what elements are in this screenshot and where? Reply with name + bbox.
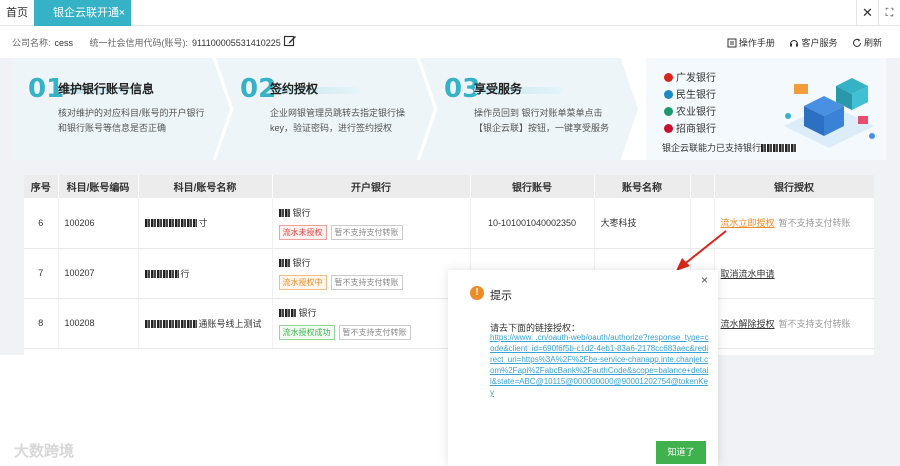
header-actions: 操作手册 客户服务 刷新 — [715, 36, 882, 49]
bank-item: 民生银行 — [664, 87, 716, 104]
step-description: 企业网银管理员跳转去指定银行操key，验证密码，进行签约授权 — [270, 108, 406, 133]
step-title: 享受服务 — [474, 82, 523, 96]
company-info-bar: 公司名称: cess 统一社会信用代码(账号): 91110000553141022… — [0, 26, 900, 58]
edit-icon[interactable] — [283, 34, 297, 48]
step-description: 核对维护的对应科目/账号的开户银行和银行账号等信息是否正确 — [58, 108, 205, 133]
name-cell: 行 — [138, 248, 273, 299]
bank-cell: 银行 流水授权中 暂不支持支付转账 — [272, 248, 471, 299]
account-cell: 10-101001040002350 — [470, 198, 595, 249]
bank-cell: 银行 流水授权成功 暂不支持支付转账 — [272, 298, 471, 349]
bank-item: 招商银行 — [664, 121, 716, 138]
table-row: 6 100206 寸 银行 流水未授权 暂不支持支付转账 10-101001040… — [24, 198, 874, 249]
auth-cell: 取消流水申请 — [714, 248, 874, 299]
tab-home[interactable]: 首页 — [0, 0, 34, 26]
annotation-arrow-icon — [676, 230, 727, 271]
step-description: 操作员回到 银行对账单菜单点击【银企云联】按钮，一键享受服务 — [474, 108, 610, 133]
redacted-text — [278, 309, 297, 317]
step-2: 02 签约授权 企业网银管理员跳转去指定银行操key，验证密码，进行签约授权 — [216, 58, 434, 160]
auth-cell: 流水立即授权 暂不支持支付转账 — [714, 198, 874, 249]
customer-service-button[interactable]: 客户服务 — [789, 38, 840, 48]
column-header — [690, 175, 715, 198]
watermark-logo: 大数跨境 — [14, 443, 75, 460]
supported-banks-panel: 广发银行 民生银行 农业银行 招商银行 银企云联能力已支持银行 — [646, 58, 886, 160]
authorize-statement-link[interactable]: 流水立即授权 — [721, 218, 775, 228]
dialog-close-icon[interactable]: × — [701, 273, 708, 287]
company-info: 公司名称: cess 统一社会信用代码(账号): 91110000553141022… — [12, 36, 295, 49]
revoke-statement-auth-link[interactable]: 流水解除授权 — [721, 319, 775, 329]
isometric-illustration-icon — [784, 78, 875, 148]
manual-button[interactable]: 操作手册 — [727, 38, 778, 48]
headset-icon — [790, 40, 799, 47]
manual-label: 操作手册 — [738, 38, 775, 48]
dialog-title: 提示 — [490, 290, 512, 302]
bank-logo-icon — [664, 73, 673, 82]
status-badge: 暂不支持支付转账 — [330, 224, 403, 240]
company-name-label: 公司名称: — [12, 38, 51, 48]
bank-list: 广发银行 民生银行 农业银行 招商银行 — [664, 70, 716, 138]
column-header: 科目/账号名称 — [138, 175, 273, 198]
bank-logo-icon — [664, 90, 673, 99]
refresh-label: 刷新 — [863, 38, 882, 48]
name-cell: 寸 — [138, 198, 273, 249]
seq-cell: 6 — [24, 198, 59, 249]
status-badge: 流水未授权 — [278, 224, 327, 240]
step-3: 03 享受服务 操作员回到 银行对账单菜单点击【银企云联】按钮，一键享受服务 — [420, 58, 638, 160]
redacted-text — [144, 219, 197, 228]
column-header: 银行账号 — [470, 175, 595, 198]
status-badge: 暂不支持支付转账 — [330, 275, 403, 290]
authorization-url-link[interactable]: https://www. .cn/oauth-web/oauth/authori… — [490, 332, 710, 398]
bank-logo-icon — [664, 107, 673, 116]
customer-service-label: 客户服务 — [801, 38, 838, 48]
got-it-button[interactable]: 知道了 — [656, 441, 706, 464]
tab-bar: 首页 银企云联开通 × ✕ ⛶ — [0, 0, 900, 26]
book-icon — [727, 38, 737, 48]
tab-close-icon[interactable]: × — [119, 0, 125, 26]
company-name-value: cess — [54, 38, 74, 48]
seq-cell: 8 — [24, 298, 59, 349]
step-1: 01 维护银行账号信息 核对维护的对应科目/账号的开户银行和银行账号等信息是否正… — [12, 58, 230, 160]
redacted-text — [144, 269, 179, 278]
redacted-text — [144, 319, 197, 328]
auth-cell: 流水解除授权 暂不支持支付转账 — [714, 298, 874, 349]
tab-label: 银企云联开通 — [53, 7, 119, 19]
auth-note: 暂不支持支付转账 — [778, 318, 851, 329]
status-badge: 暂不支持支付转账 — [338, 325, 411, 340]
fullscreen-icon[interactable]: ⛶ — [878, 0, 900, 26]
table-header: 序号 科目/账号编码 科目/账号名称 开户银行 银行账号 账号名称 银行授权 — [24, 175, 874, 198]
steps-banner: 01 维护银行账号信息 核对维护的对应科目/账号的开户银行和银行账号等信息是否正… — [12, 58, 886, 160]
auth-note: 暂不支持支付转账 — [778, 218, 851, 229]
code-cell: 100206 — [58, 198, 139, 249]
seq-cell: 7 — [24, 248, 59, 299]
refresh-button[interactable]: 刷新 — [852, 38, 882, 48]
status-badge: 流水授权成功 — [278, 325, 335, 340]
redacted-text — [278, 259, 291, 267]
name-cell: 通账号线上测试 — [138, 298, 273, 349]
bank-logo-icon — [664, 124, 673, 133]
close-window-icon[interactable]: ✕ — [856, 0, 878, 26]
tab-bank-cloud-setup[interactable]: 银企云联开通 × — [34, 0, 131, 26]
warning-icon: ! — [470, 286, 484, 300]
credit-code-label: 统一社会信用代码(账号): — [89, 38, 189, 48]
column-header: 序号 — [24, 175, 59, 198]
bank-item: 广发银行 — [664, 70, 716, 87]
step-title: 维护银行账号信息 — [58, 82, 155, 96]
bank-item: 农业银行 — [664, 104, 716, 121]
column-header: 银行授权 — [714, 175, 874, 198]
redacted-text — [278, 208, 291, 217]
authorization-dialog: × ! 提示 请去下面的链接授权： https://www. .cn/oauth… — [448, 270, 718, 466]
column-header: 账号名称 — [594, 175, 691, 198]
column-header: 开户银行 — [272, 175, 471, 198]
code-cell: 100208 — [58, 298, 139, 349]
status-badge: 流水授权中 — [278, 275, 327, 290]
code-cell: 100207 — [58, 248, 139, 299]
column-header: 科目/账号编码 — [58, 175, 139, 198]
step-title: 签约授权 — [270, 82, 319, 96]
credit-code-value: 911100005531410225 — [192, 38, 281, 48]
refresh-icon — [852, 38, 862, 47]
bank-cell: 银行 流水未授权 暂不支持支付转账 — [272, 198, 471, 249]
